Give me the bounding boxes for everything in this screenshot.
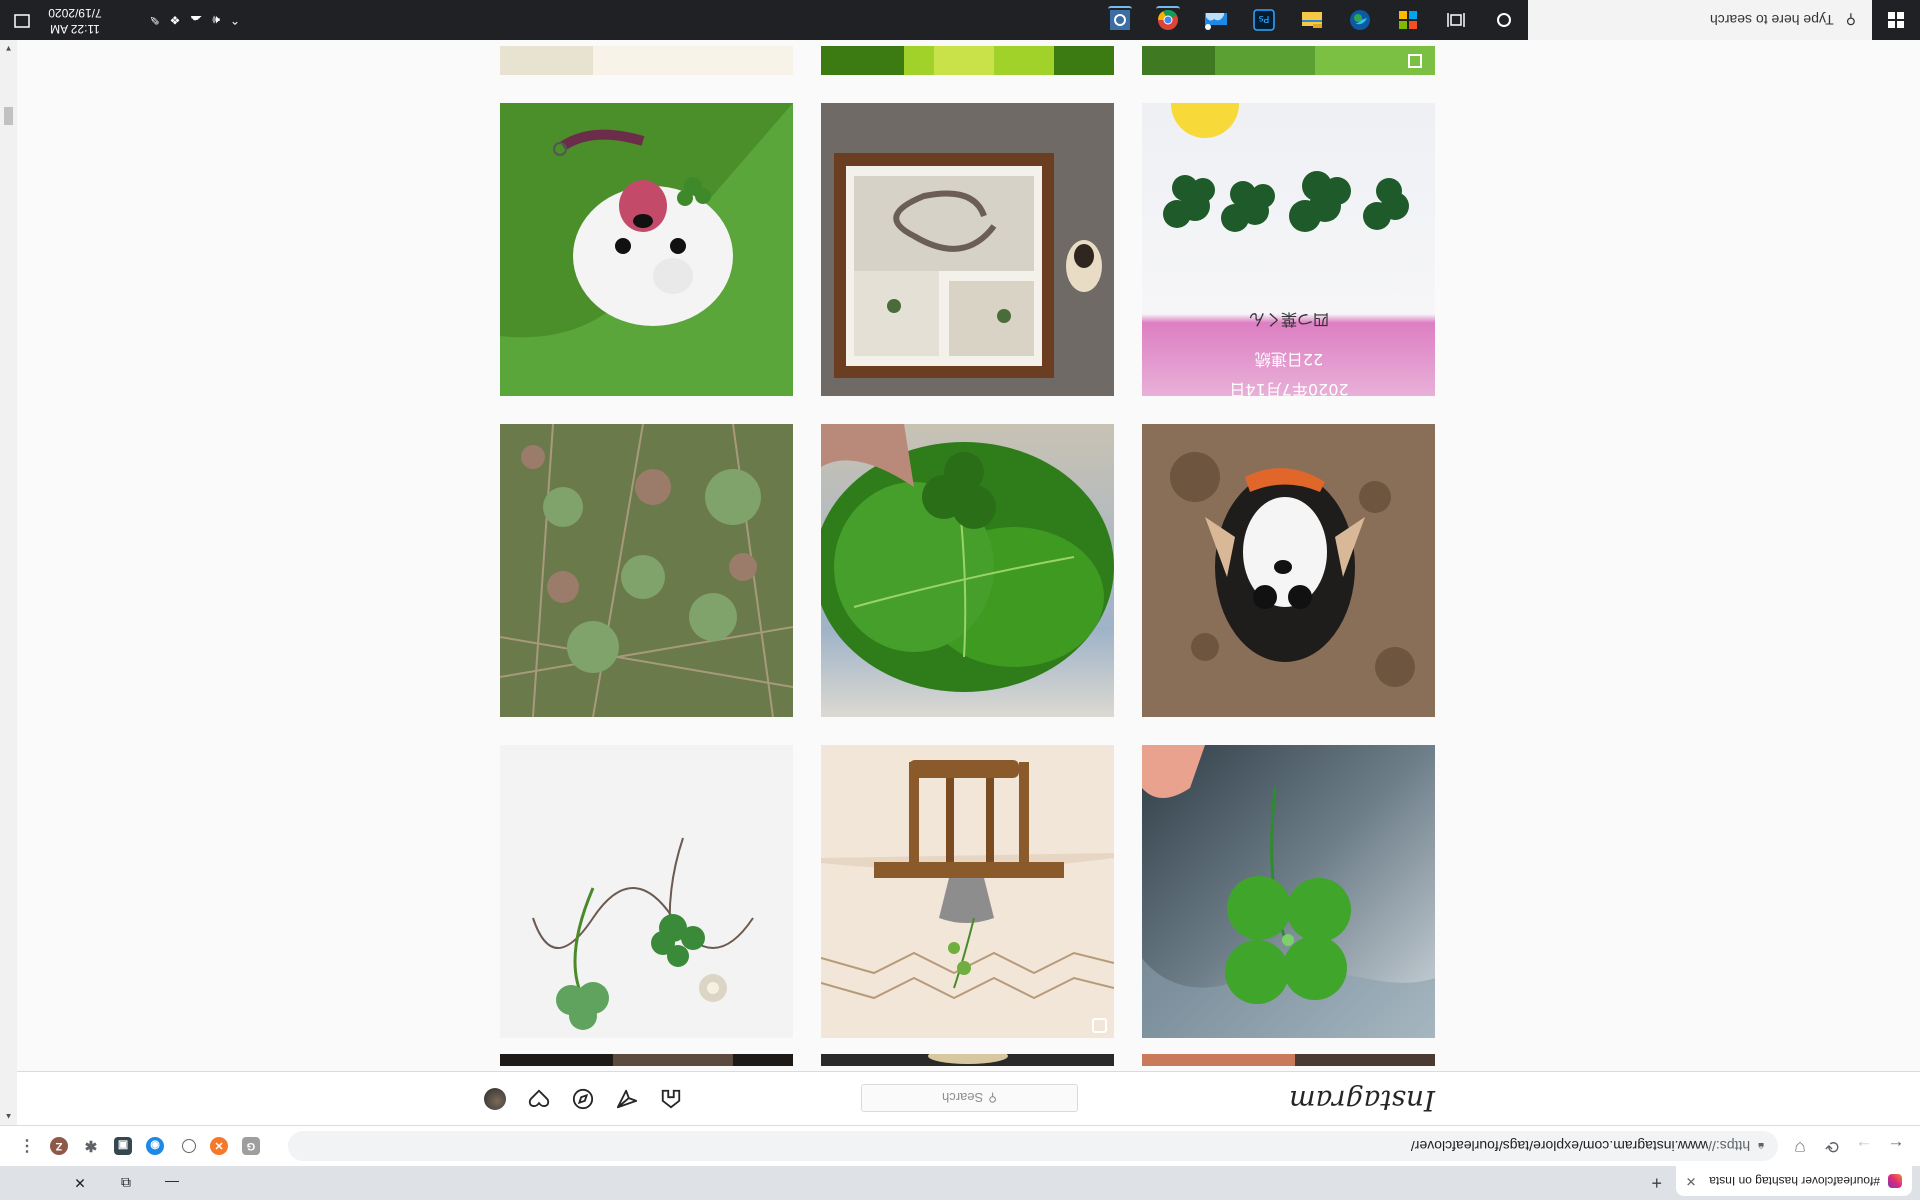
chrome-browser-icon[interactable] — [1156, 6, 1180, 32]
post-tile[interactable] — [500, 103, 793, 396]
instagram-logo[interactable]: Instagram — [1289, 1084, 1435, 1117]
url-protocol: https:// — [1708, 1138, 1751, 1154]
dropbox-icon[interactable]: ❖ — [170, 13, 181, 27]
clock-date: 7/19/2020 — [48, 6, 102, 20]
minimize-icon: — — [165, 1175, 179, 1191]
cortana-circle-icon[interactable] — [1492, 8, 1516, 32]
reload-button[interactable]: ⟳ — [1818, 1132, 1846, 1160]
post-tile[interactable] — [1142, 424, 1435, 717]
weather-app-icon[interactable] — [1204, 8, 1228, 32]
post-tile[interactable] — [500, 46, 793, 75]
extension-icon-g[interactable]: G — [242, 1137, 260, 1155]
search-placeholder: Search — [942, 1090, 984, 1106]
scroll-up-arrow-icon[interactable]: ▲ — [3, 1112, 14, 1121]
post-tile[interactable] — [821, 424, 1114, 717]
post-tile[interactable] — [821, 103, 1114, 396]
microsoft-store-icon[interactable] — [1396, 8, 1420, 32]
instagram-search-input[interactable]: ⚲ Search — [861, 1084, 1078, 1112]
system-tray: ⌃ 🔊︎ ☁ ❖ ✎ — [150, 0, 240, 40]
post-tile[interactable] — [1142, 1054, 1435, 1066]
post-tile[interactable] — [500, 1054, 793, 1066]
address-bar[interactable]: 🔒︎ https:// www.instagram.com/explore/ta… — [288, 1131, 1778, 1161]
extensions-puzzle-icon[interactable]: ✱ — [82, 1137, 100, 1155]
instagram-header: Instagram ⚲ Search — [17, 1071, 1920, 1125]
tile-text-date: 2020年7月14日 — [1229, 380, 1348, 396]
clock-time: 11:22 AM — [50, 22, 100, 36]
new-tab-button[interactable]: + — [1651, 1172, 1662, 1193]
post-tile[interactable] — [500, 424, 793, 717]
close-window-button[interactable]: ✕ — [57, 1166, 103, 1200]
chevron-up-icon[interactable]: ⌃ — [230, 13, 240, 27]
tab-close-icon[interactable]: ✕ — [1682, 1173, 1700, 1189]
volume-icon[interactable]: 🔊︎ — [212, 13, 220, 28]
post-tile[interactable]: 2020年7月14日 22日連続 四つ葉くん — [1142, 103, 1435, 396]
notifications-icon[interactable] — [10, 8, 34, 32]
direct-message-icon[interactable] — [615, 1087, 639, 1111]
restore-button[interactable]: ⧉ — [103, 1166, 149, 1200]
task-view-icon[interactable] — [1444, 8, 1468, 32]
cloud-icon[interactable]: ☁ — [190, 13, 202, 27]
extension-icon-circle[interactable] — [182, 1139, 196, 1153]
windows-logo-icon — [1888, 12, 1904, 28]
scrollbar-thumb[interactable] — [4, 107, 13, 125]
post-tile[interactable] — [1142, 46, 1435, 75]
lock-icon: 🔒︎ — [1758, 1140, 1764, 1153]
close-icon: ✕ — [74, 1175, 86, 1192]
profile-avatar[interactable]: Z — [50, 1137, 68, 1155]
post-tile[interactable] — [500, 745, 793, 1038]
restore-icon: ⧉ — [121, 1175, 131, 1192]
browser-toolbar: ← → ⟳ ⛉ 🔒︎ https:// www.instagram.com/ex… — [0, 1125, 1920, 1166]
heart-icon[interactable] — [527, 1087, 551, 1111]
forward-button[interactable]: → — [1850, 1132, 1878, 1160]
extension-icon-orange[interactable]: ✕ — [210, 1137, 228, 1155]
taskbar-search-placeholder: Type here to search — [1709, 12, 1834, 28]
url-path: www.instagram.com/explore/tags/fourleafc… — [1410, 1138, 1709, 1154]
search-icon: ⚲ — [1845, 12, 1856, 29]
minimize-button[interactable]: — — [149, 1166, 195, 1200]
file-explorer-icon[interactable] — [1300, 8, 1324, 32]
tile-text-name: 四つ葉くん — [1249, 310, 1329, 329]
profile-avatar-icon[interactable] — [483, 1087, 507, 1111]
taskbar-clock[interactable]: 11:22 AM 7/19/2020 — [40, 5, 110, 37]
search-icon: ⚲ — [988, 1091, 997, 1105]
post-tile[interactable] — [1142, 745, 1435, 1038]
tab-title: #fourleafclover hashtag on Insta — [1709, 1174, 1880, 1188]
tile-text-streak: 22日連続 — [1255, 350, 1323, 369]
windows-taskbar: ⚲ Type here to search Ps ⌃ 🔊︎ ☁ ❖ ✎ 11:2… — [0, 0, 1920, 40]
page-scrollbar[interactable]: ▲ ▼ — [0, 40, 17, 1125]
pen-icon[interactable]: ✎ — [150, 13, 160, 27]
instagram-favicon-icon — [1888, 1174, 1902, 1188]
taskbar-search-box[interactable]: ⚲ Type here to search — [1528, 0, 1872, 40]
back-button[interactable]: ← — [1882, 1132, 1910, 1160]
home-icon[interactable] — [659, 1087, 683, 1111]
home-shield-icon[interactable]: ⛉ — [1786, 1132, 1814, 1160]
browser-tab[interactable]: #fourleafclover hashtag on Insta ✕ — [1676, 1166, 1912, 1196]
post-tile[interactable] — [821, 745, 1114, 1038]
extension-icon-blue[interactable]: ◉ — [146, 1137, 164, 1155]
svg-text:Ps: Ps — [1258, 13, 1269, 24]
post-tile[interactable] — [821, 46, 1114, 75]
post-tile[interactable] — [821, 1054, 1114, 1066]
compass-icon[interactable] — [571, 1087, 595, 1111]
browser-tab-strip: #fourleafclover hashtag on Insta ✕ + — ⧉… — [0, 1166, 1920, 1200]
extension-icon-dark[interactable]: ▣ — [114, 1137, 132, 1155]
settings-gear-icon[interactable] — [1108, 6, 1132, 32]
browser-menu-icon[interactable]: ⋮ — [18, 1137, 36, 1155]
start-button[interactable] — [1872, 0, 1920, 40]
photoshop-icon[interactable]: Ps — [1252, 8, 1276, 32]
edge-browser-icon[interactable] — [1348, 8, 1372, 32]
scroll-down-arrow-icon[interactable]: ▼ — [3, 44, 14, 53]
